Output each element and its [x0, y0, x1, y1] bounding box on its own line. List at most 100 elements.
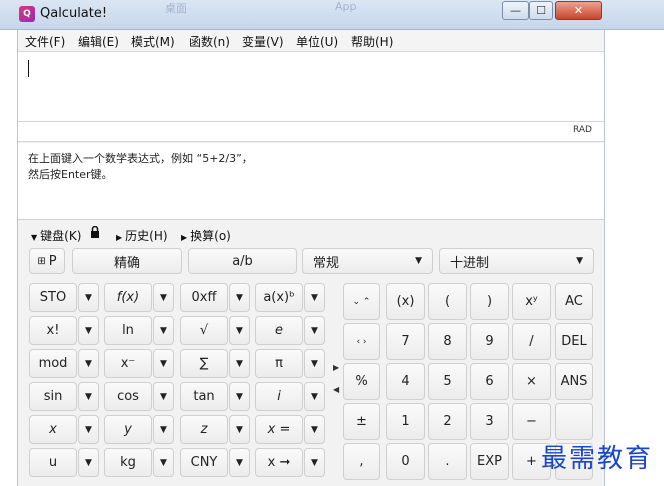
- keypad-key[interactable]: (: [428, 283, 467, 320]
- keypad-key[interactable]: /: [512, 323, 551, 360]
- function-key[interactable]: CNY: [180, 448, 228, 477]
- lock-icon[interactable]: [90, 225, 100, 238]
- function-key-menu-arrow-icon[interactable]: ▼: [78, 382, 99, 411]
- function-key-menu-arrow-icon[interactable]: ▼: [78, 283, 99, 312]
- function-key[interactable]: x⁻: [104, 349, 152, 378]
- keypad-key[interactable]: 9: [470, 323, 509, 360]
- function-key[interactable]: 0xff: [180, 283, 228, 312]
- minimize-button[interactable]: —: [502, 1, 529, 20]
- function-key[interactable]: a(x)ᵇ: [255, 283, 303, 312]
- function-key-menu-arrow-icon[interactable]: ▼: [78, 448, 99, 477]
- key-percent[interactable]: %: [343, 363, 380, 400]
- programming-keypad-button[interactable]: ⊞ P: [29, 248, 65, 274]
- function-key[interactable]: u: [29, 448, 77, 477]
- keypad-key[interactable]: 1: [386, 403, 425, 440]
- function-key-menu-arrow-icon[interactable]: ▼: [304, 349, 325, 378]
- keypad-key[interactable]: 5: [428, 363, 467, 400]
- expand-left-arrow-icon[interactable]: ◀: [333, 385, 339, 394]
- keypad-key[interactable]: .: [428, 443, 467, 480]
- function-key[interactable]: mod: [29, 349, 77, 378]
- tab-conversion[interactable]: ▶ 换算(o): [181, 227, 231, 244]
- keypad-key[interactable]: ): [470, 283, 509, 320]
- menu-mode[interactable]: 模式(M): [131, 33, 175, 50]
- keypad-key[interactable]: 0: [386, 443, 425, 480]
- key-comma[interactable]: ,: [343, 443, 380, 480]
- close-button[interactable]: ✕: [555, 1, 602, 20]
- function-key-menu-arrow-icon[interactable]: ▼: [153, 415, 174, 444]
- function-key-menu-arrow-icon[interactable]: ▼: [153, 448, 174, 477]
- function-key-menu-arrow-icon[interactable]: ▼: [229, 448, 250, 477]
- function-key[interactable]: x ➞: [255, 448, 303, 477]
- menu-file[interactable]: 文件(F): [25, 33, 65, 50]
- keypad-key[interactable]: 8: [428, 323, 467, 360]
- function-key-menu-arrow-icon[interactable]: ▼: [229, 349, 250, 378]
- number-format-select[interactable]: 常规 ▼: [302, 248, 433, 274]
- function-key-menu-arrow-icon[interactable]: ▼: [78, 349, 99, 378]
- menu-functions[interactable]: 函数(n): [189, 33, 230, 50]
- keypad-key[interactable]: [555, 403, 593, 440]
- menu-help[interactable]: 帮助(H): [351, 33, 393, 50]
- function-key[interactable]: x!: [29, 316, 77, 345]
- function-key-menu-arrow-icon[interactable]: ▼: [304, 382, 325, 411]
- menu-edit[interactable]: 编辑(E): [78, 33, 119, 50]
- function-key[interactable]: π: [255, 349, 303, 378]
- keypad-key[interactable]: DEL: [555, 323, 593, 360]
- angle-mode-indicator[interactable]: RAD: [573, 125, 592, 135]
- function-key[interactable]: f(x): [104, 283, 152, 312]
- maximize-button[interactable]: ☐: [529, 1, 553, 20]
- function-key-menu-arrow-icon[interactable]: ▼: [153, 382, 174, 411]
- keypad-key[interactable]: ×: [512, 363, 551, 400]
- cursor-left-right-button[interactable]: ‹ ›: [343, 323, 380, 360]
- function-key-menu-arrow-icon[interactable]: ▼: [229, 415, 250, 444]
- keypad-key[interactable]: xʸ: [512, 283, 551, 320]
- keypad-key[interactable]: AC: [555, 283, 593, 320]
- expression-input[interactable]: [18, 52, 604, 122]
- function-key-menu-arrow-icon[interactable]: ▼: [153, 316, 174, 345]
- number-base-select[interactable]: 十进制 ▼: [439, 248, 594, 274]
- keypad-key[interactable]: 2: [428, 403, 467, 440]
- result-hint-line2: 然后按Enter键。: [28, 168, 113, 181]
- tab-history[interactable]: ▶ 历史(H): [116, 227, 168, 244]
- function-key[interactable]: x =: [255, 415, 303, 444]
- keypad-key[interactable]: EXP: [470, 443, 509, 480]
- key-plus-minus[interactable]: ±: [343, 403, 380, 440]
- function-key[interactable]: √: [180, 316, 228, 345]
- function-key[interactable]: tan: [180, 382, 228, 411]
- keypad-key[interactable]: 7: [386, 323, 425, 360]
- history-up-down-button[interactable]: ⌄ ⌃: [343, 283, 380, 320]
- keypad-key[interactable]: ANS: [555, 363, 593, 400]
- function-key[interactable]: x: [29, 415, 77, 444]
- function-key-menu-arrow-icon[interactable]: ▼: [153, 349, 174, 378]
- exact-toggle-button[interactable]: 精确: [72, 248, 182, 274]
- keypad-key[interactable]: 3: [470, 403, 509, 440]
- function-key-menu-arrow-icon[interactable]: ▼: [304, 448, 325, 477]
- function-key-menu-arrow-icon[interactable]: ▼: [229, 283, 250, 312]
- function-key[interactable]: i: [255, 382, 303, 411]
- expand-right-arrow-icon[interactable]: ▶: [333, 363, 339, 372]
- function-key-menu-arrow-icon[interactable]: ▼: [304, 415, 325, 444]
- function-key[interactable]: cos: [104, 382, 152, 411]
- function-key-menu-arrow-icon[interactable]: ▼: [78, 316, 99, 345]
- keypad-key[interactable]: 6: [470, 363, 509, 400]
- keypad-key[interactable]: (x): [386, 283, 425, 320]
- keypad-key[interactable]: −: [512, 403, 551, 440]
- tab-keypad[interactable]: ▼ 键盘(K): [31, 227, 81, 244]
- function-key[interactable]: z: [180, 415, 228, 444]
- function-key[interactable]: kg: [104, 448, 152, 477]
- function-key-menu-arrow-icon[interactable]: ▼: [229, 316, 250, 345]
- function-key-menu-arrow-icon[interactable]: ▼: [78, 415, 99, 444]
- fraction-toggle-button[interactable]: a/b: [188, 248, 297, 274]
- function-key-menu-arrow-icon[interactable]: ▼: [229, 382, 250, 411]
- keypad-key[interactable]: 4: [386, 363, 425, 400]
- function-key[interactable]: ln: [104, 316, 152, 345]
- function-key[interactable]: sin: [29, 382, 77, 411]
- function-key[interactable]: STO: [29, 283, 77, 312]
- function-key-menu-arrow-icon[interactable]: ▼: [153, 283, 174, 312]
- function-key-menu-arrow-icon[interactable]: ▼: [304, 283, 325, 312]
- function-key[interactable]: e: [255, 316, 303, 345]
- function-key[interactable]: ∑: [180, 349, 228, 378]
- menu-units[interactable]: 单位(U): [296, 33, 338, 50]
- function-key[interactable]: y: [104, 415, 152, 444]
- menu-variables[interactable]: 变量(V): [242, 33, 284, 50]
- function-key-menu-arrow-icon[interactable]: ▼: [304, 316, 325, 345]
